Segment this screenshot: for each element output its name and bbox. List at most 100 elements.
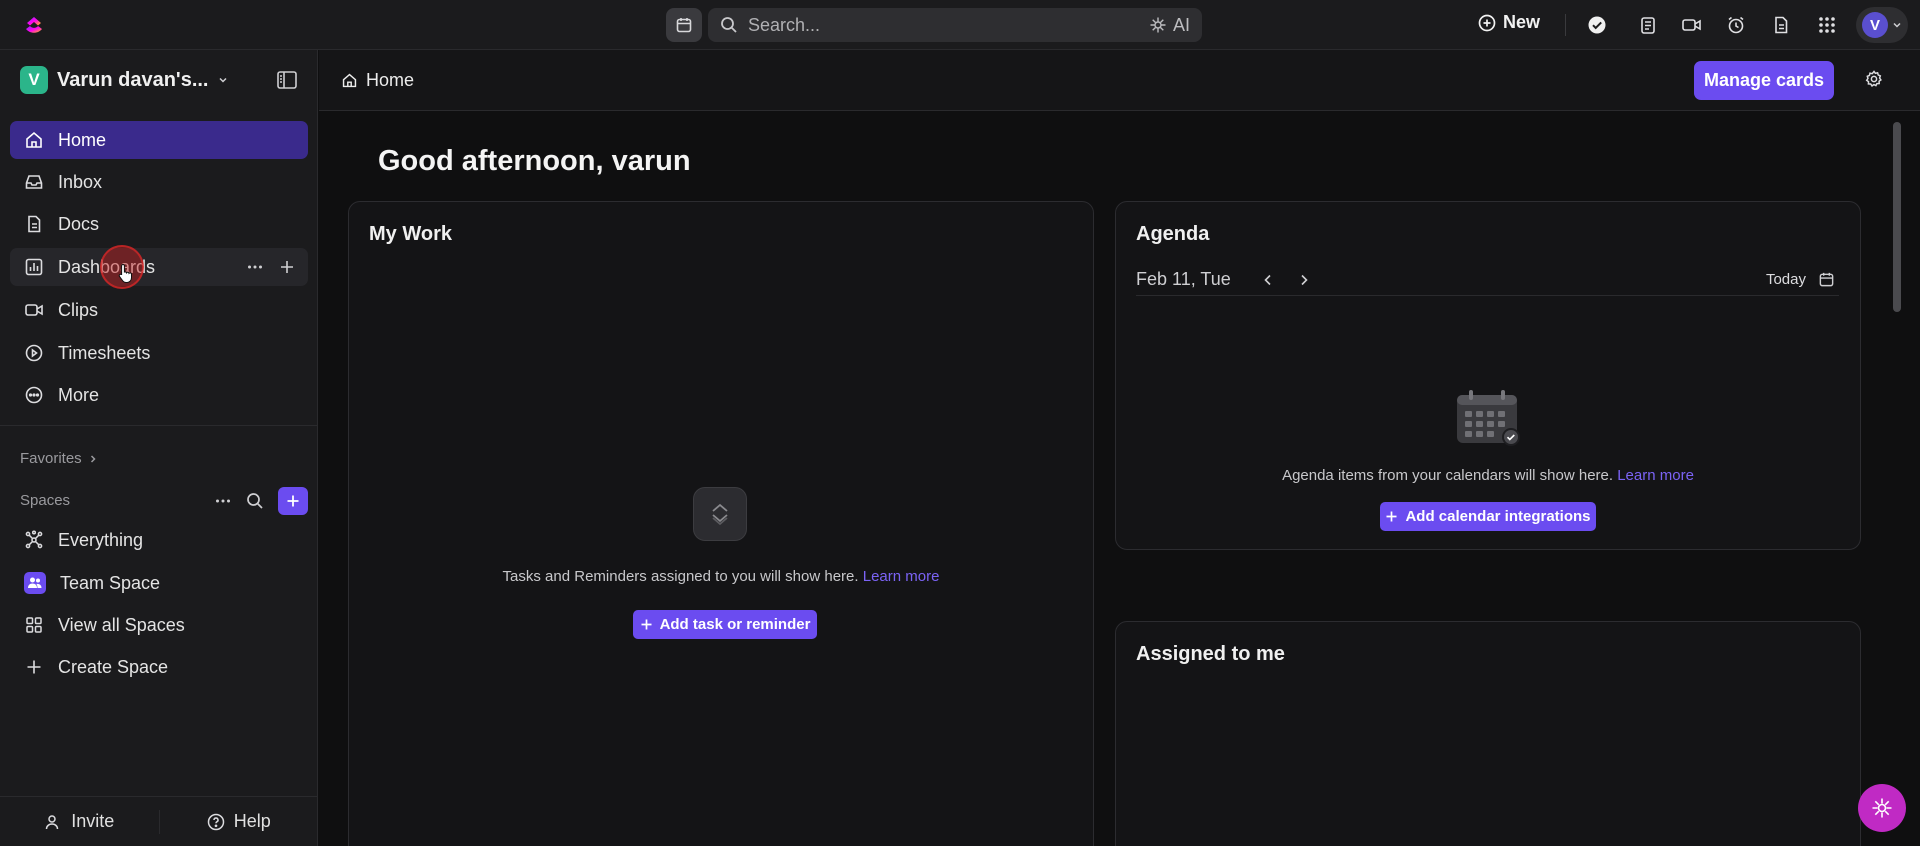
today-button[interactable]: Today (1766, 271, 1806, 288)
sidebar-item-label: View all Spaces (58, 614, 185, 635)
user-menu[interactable]: V (1856, 7, 1908, 43)
workspace-avatar: V (20, 66, 48, 94)
sidebar-item-more[interactable]: More (10, 376, 308, 414)
plus-icon[interactable] (278, 258, 296, 276)
add-task-button[interactable]: Add task or reminder (633, 610, 817, 639)
ai-assistant-button[interactable] (1858, 784, 1906, 832)
alarm-clock-icon[interactable] (1724, 13, 1748, 37)
sidebar-item-label: Everything (58, 529, 144, 550)
sidebar-item-label: Inbox (58, 171, 103, 192)
sidebar-item-clips[interactable]: Clips (10, 291, 308, 329)
plus-icon (641, 619, 652, 630)
sidebar-item-label: Clips (58, 299, 99, 320)
apps-grid-icon[interactable] (1815, 13, 1839, 37)
ai-label: AI (1172, 14, 1190, 35)
chevron-left-icon[interactable] (1261, 273, 1275, 287)
ai-icon (1150, 17, 1166, 33)
new-label: New (1503, 12, 1541, 32)
sidebar-item-create-space[interactable]: Create Space (10, 648, 308, 686)
learn-more-link[interactable]: Learn more (863, 568, 940, 585)
chevron-down-icon (1893, 22, 1901, 28)
dashboard-icon (25, 258, 43, 276)
home-icon (342, 73, 357, 88)
sidebar-item-home[interactable]: Home (10, 121, 308, 159)
add-calendar-label: Add calendar integrations (1405, 508, 1591, 525)
sidebar-item-everything[interactable]: Everything (10, 521, 308, 559)
avatar: V (1862, 12, 1888, 38)
add-calendar-integrations-button[interactable]: Add calendar integrations (1380, 502, 1596, 531)
calendar-icon[interactable] (1818, 271, 1835, 288)
sidebar-item-team-space[interactable]: Team Space (10, 564, 308, 602)
timesheet-icon (25, 344, 43, 362)
spaces-section: Spaces (20, 492, 70, 509)
card-title: Agenda (1136, 223, 1210, 245)
document-icon[interactable] (1769, 13, 1793, 37)
learn-more-link[interactable]: Learn more (1617, 467, 1694, 484)
sidebar-item-label: Home (58, 129, 107, 150)
sidebar-item-timesheets[interactable]: Timesheets (10, 334, 308, 372)
sidebar-divider (0, 425, 318, 426)
more-dots-icon[interactable] (246, 258, 264, 276)
search-icon[interactable] (246, 492, 264, 510)
more-icon (25, 386, 43, 404)
add-space-button[interactable] (278, 487, 308, 515)
empty-state-message: Agenda items from your calendars will sh… (1282, 467, 1614, 484)
breadcrumb-label: Home (366, 70, 415, 90)
search-bar[interactable]: Search... AI (708, 8, 1202, 42)
invite-button[interactable]: Invite (0, 811, 159, 832)
top-bar: Search... AI New V (0, 0, 1920, 50)
add-task-label: Add task or reminder (659, 616, 811, 633)
favorites-label: Favorites (20, 450, 82, 467)
sidebar-item-label: More (58, 384, 100, 405)
search-icon (721, 17, 737, 33)
pointer-cursor-icon (118, 263, 132, 283)
breadcrumb: Home (341, 70, 414, 91)
chevron-right-icon[interactable] (1297, 273, 1311, 287)
user-plus-icon (45, 814, 59, 829)
empty-state-message: Tasks and Reminders assigned to you will… (502, 568, 859, 585)
clip-icon (25, 304, 43, 316)
chevron-down-icon (219, 77, 228, 83)
sidebar-item-view-all-spaces[interactable]: View all Spaces (10, 606, 308, 644)
search-input[interactable]: Search... (748, 15, 1149, 36)
doc-icon (28, 215, 41, 233)
grid-icon (26, 617, 42, 633)
scrollbar[interactable] (1893, 122, 1901, 312)
assigned-to-me-card: Assigned to me (1115, 621, 1861, 846)
everything-icon (25, 530, 43, 549)
favorites-section[interactable]: Favorites (20, 450, 98, 467)
sidebar-item-label: Timesheets (58, 342, 151, 363)
manage-cards-button[interactable]: Manage cards (1694, 61, 1834, 100)
more-dots-icon[interactable] (214, 492, 232, 510)
sidebar-collapse-icon[interactable] (276, 70, 298, 90)
empty-state-text: Agenda items from your calendars will sh… (1116, 467, 1860, 484)
notepad-icon[interactable] (1636, 13, 1660, 37)
my-work-card: My Work Tasks and Reminders assigned to … (348, 201, 1094, 846)
video-icon[interactable] (1680, 13, 1704, 37)
sidebar: V Varun davan's... Home Inbox Docs Dashb… (0, 50, 318, 846)
check-circle-icon[interactable] (1585, 13, 1609, 37)
help-button[interactable]: Help (160, 811, 319, 832)
sidebar-item-inbox[interactable]: Inbox (10, 163, 308, 201)
plus-circle-icon (1478, 14, 1496, 31)
sidebar-item-docs[interactable]: Docs (10, 205, 308, 243)
sidebar-item-label: Create Space (58, 656, 169, 677)
card-title: Assigned to me (1136, 643, 1285, 665)
chevron-right-icon (90, 454, 96, 463)
clickup-empty-icon (693, 487, 747, 541)
inbox-icon (25, 175, 43, 189)
new-button[interactable]: New (1478, 12, 1540, 33)
calendar-empty-icon (1453, 387, 1523, 447)
plus-icon (1386, 511, 1397, 522)
app-logo-icon[interactable] (22, 13, 46, 37)
ai-sparkle-icon (1872, 798, 1892, 818)
home-icon (26, 131, 42, 148)
calendar-button[interactable] (666, 8, 702, 42)
agenda-card: Agenda Feb 11, Tue Today Agenda items fr… (1115, 201, 1861, 550)
help-label: Help (233, 811, 271, 831)
help-icon (207, 813, 224, 830)
workspace-switcher[interactable]: V Varun davan's... (20, 66, 229, 94)
sidebar-item-dashboards[interactable]: Dashboards (10, 248, 308, 286)
settings-gear-icon[interactable] (1864, 69, 1884, 89)
ai-button[interactable]: AI (1149, 15, 1190, 36)
